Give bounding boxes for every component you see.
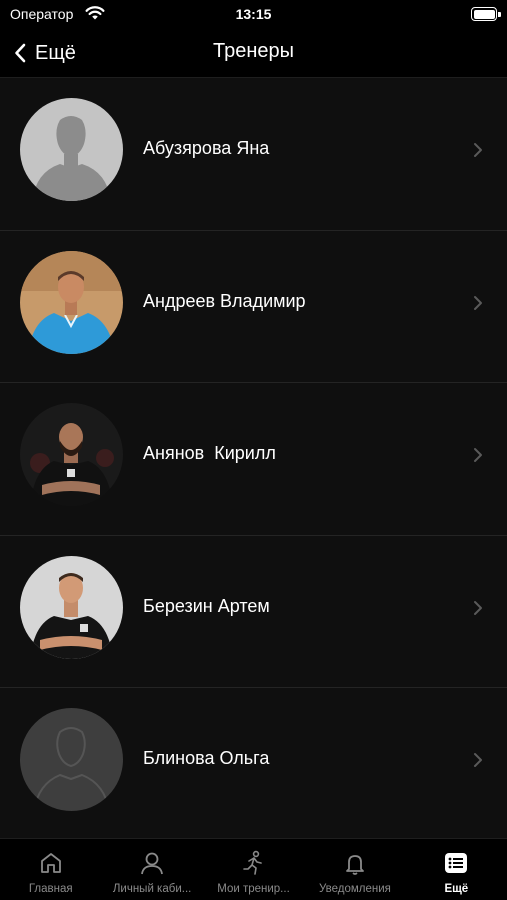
default-avatar-silhouette [20, 98, 123, 201]
avatar [20, 98, 123, 201]
chevron-left-icon [15, 43, 26, 63]
chevron-right-icon [474, 600, 482, 615]
trainers-list: Абузярова Яна Андреев Владимир Анянов Ки… [0, 78, 507, 838]
tab-bar: Главная Личный каби... Мои тренир... Уве… [0, 838, 507, 900]
battery-icon [471, 7, 501, 21]
status-time: 13:15 [235, 6, 272, 22]
trainer-row[interactable]: Абузярова Яна [0, 78, 507, 231]
tab-profile[interactable]: Личный каби... [101, 839, 202, 900]
trainer-photo [20, 555, 123, 659]
trainer-name: Блинова Ольга [143, 748, 270, 768]
back-button[interactable]: Ещё [14, 38, 76, 68]
tab-notifications[interactable]: Уведомления [304, 839, 405, 900]
trainer-name: Андреев Владимир [143, 290, 306, 311]
trainer-row[interactable]: Березин Артем [0, 535, 507, 688]
tab-home[interactable]: Главная [0, 839, 101, 900]
tab-label: Личный каби... [112, 883, 192, 895]
trainer-photo [20, 403, 123, 506]
back-button-label: Ещё [35, 41, 76, 64]
avatar [20, 555, 123, 659]
tab-my-workouts[interactable]: Мои тренир... [203, 839, 304, 900]
default-avatar-outline [20, 708, 123, 811]
page-title: Тренеры [212, 40, 294, 62]
tab-label: Уведомления [318, 883, 391, 895]
running-icon [242, 850, 262, 875]
trainer-row[interactable]: Блинова Ольга [0, 688, 507, 838]
chevron-right-icon [474, 295, 482, 310]
avatar [20, 403, 123, 506]
chevron-right-icon [474, 143, 482, 157]
tab-label: Главная [28, 883, 73, 895]
trainer-name: Абузярова Яна [143, 138, 270, 158]
user-icon [141, 852, 164, 875]
tab-more[interactable]: Ещё [406, 839, 507, 900]
home-icon [40, 853, 61, 873]
tab-label: Мои тренир... [217, 883, 290, 895]
bell-icon [346, 855, 364, 875]
navigation-bar: Ещё Тренеры [0, 28, 507, 78]
trainer-name: Березин Артем [143, 595, 270, 616]
avatar [20, 708, 123, 811]
trainer-row[interactable]: Андреев Владимир [0, 230, 507, 383]
avatar [20, 250, 123, 354]
list-icon [445, 853, 468, 873]
trainer-name: Анянов Кирилл [143, 443, 276, 463]
trainer-photo [20, 250, 123, 354]
trainer-row[interactable]: Анянов Кирилл [0, 383, 507, 536]
status-bar: Оператор 13:15 [0, 0, 507, 28]
chevron-right-icon [474, 753, 482, 767]
chevron-right-icon [474, 448, 482, 462]
tab-label: Ещё [444, 883, 469, 895]
